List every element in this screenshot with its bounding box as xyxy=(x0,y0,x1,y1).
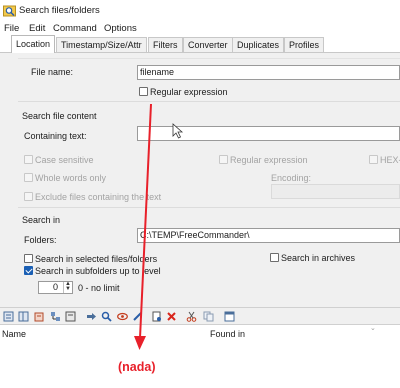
delete-icon[interactable] xyxy=(166,311,177,322)
menu-bar: File Edit Command Options xyxy=(0,21,400,35)
results-list[interactable]: Name Found in ⌄ xyxy=(0,325,400,388)
copy-icon[interactable] xyxy=(203,311,214,322)
results-toolbar xyxy=(0,307,400,325)
level-spinner[interactable]: 0 ▲ ▼ xyxy=(38,281,73,294)
subfolders-checkbox[interactable] xyxy=(24,266,33,275)
containing-text-label: Containing text: xyxy=(24,131,87,141)
mouse-cursor-icon xyxy=(172,123,184,139)
properties-icon[interactable] xyxy=(151,311,162,322)
view-eye-icon[interactable] xyxy=(117,311,128,322)
archives-label: Search in archives xyxy=(281,253,356,263)
menu-options[interactable]: Options xyxy=(104,23,137,34)
archives-checkbox[interactable] xyxy=(270,253,279,262)
spinner-arrows-icon[interactable]: ▲ ▼ xyxy=(63,281,72,293)
case-sensitive-label: Case sensitive xyxy=(35,155,94,165)
tab-converter[interactable]: Converter xyxy=(183,37,233,53)
column-header-name[interactable]: Name xyxy=(2,329,26,339)
menu-file[interactable]: File xyxy=(4,23,19,34)
window-title: Search files/folders xyxy=(19,5,100,16)
case-sensitive-checkbox[interactable] xyxy=(24,155,33,164)
divider xyxy=(18,207,400,208)
cut-icon[interactable] xyxy=(186,311,197,322)
divider xyxy=(18,101,400,102)
tree-view-icon[interactable] xyxy=(50,311,61,322)
hex-label: HEX- xyxy=(380,155,400,165)
menu-edit[interactable]: Edit xyxy=(29,23,45,34)
tab-timestamp-size-attr[interactable]: Timestamp/Size/Attr xyxy=(56,37,147,53)
sort-chevron-icon: ⌄ xyxy=(370,325,376,332)
empty-results-annotation: (nada) xyxy=(118,360,156,374)
level-note: 0 - no limit xyxy=(78,283,120,293)
subfolders-label: Search in subfolders up to level xyxy=(35,266,161,276)
encoding-label: Encoding: xyxy=(271,173,312,183)
go-to-icon[interactable] xyxy=(86,311,97,322)
view-list-icon[interactable] xyxy=(3,311,14,322)
selected-files-label: Search in selected files/folders xyxy=(35,254,158,264)
exclude-label: Exclude files containing the text xyxy=(35,192,162,202)
folders-input[interactable]: C:\TEMP\FreeCommander\ xyxy=(137,228,400,243)
tab-duplicates[interactable]: Duplicates xyxy=(232,37,285,53)
menu-command[interactable]: Command xyxy=(53,23,97,34)
search-icon[interactable] xyxy=(101,311,112,322)
file-name-regex-checkbox[interactable] xyxy=(139,87,148,96)
window-icon[interactable] xyxy=(224,311,235,322)
content-regex-checkbox[interactable] xyxy=(219,155,228,164)
column-header-found-in[interactable]: Found in xyxy=(210,329,245,339)
export-icon[interactable] xyxy=(34,311,45,322)
location-group-border xyxy=(18,58,400,59)
hex-checkbox[interactable] xyxy=(369,155,378,164)
exclude-checkbox[interactable] xyxy=(24,192,33,201)
level-value: 0 xyxy=(53,282,59,292)
tab-location[interactable]: Location xyxy=(11,35,56,53)
file-name-regex-label: Regular expression xyxy=(150,87,228,97)
tab-profiles[interactable]: Profiles xyxy=(284,37,325,53)
file-name-label: File name: xyxy=(31,67,74,77)
view-details-icon[interactable] xyxy=(18,311,29,322)
whole-words-checkbox[interactable] xyxy=(24,173,33,182)
tab-filters[interactable]: Filters xyxy=(148,37,183,53)
content-section-title: Search file content xyxy=(22,111,97,121)
selected-files-checkbox[interactable] xyxy=(24,254,33,263)
flat-view-icon[interactable] xyxy=(65,311,76,322)
file-name-input[interactable]: filename xyxy=(137,65,400,80)
search-folder-icon xyxy=(3,5,16,17)
content-regex-label: Regular expression xyxy=(230,155,308,165)
encoding-select[interactable] xyxy=(271,184,400,199)
search-in-title: Search in xyxy=(22,215,61,225)
title-bar: Search files/folders xyxy=(0,0,400,21)
tab-strip: Location Timestamp/Size/Attr Filters Con… xyxy=(0,35,400,53)
whole-words-label: Whole words only xyxy=(35,173,107,183)
folders-label: Folders: xyxy=(24,235,57,245)
edit-pencil-icon[interactable] xyxy=(132,311,143,322)
